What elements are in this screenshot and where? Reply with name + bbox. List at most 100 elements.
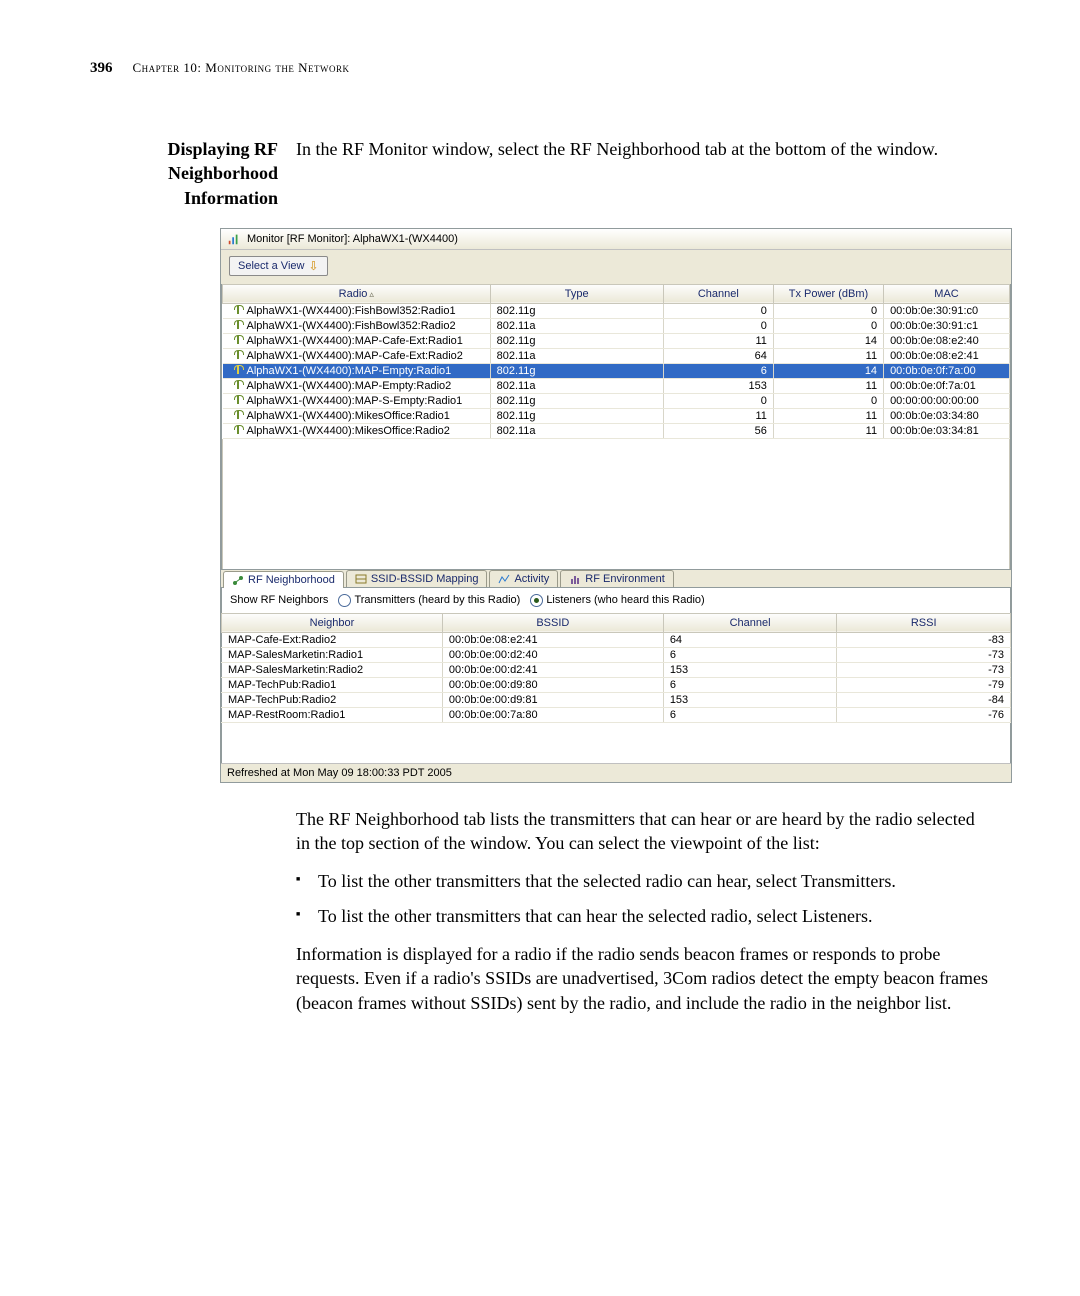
- cell-mac: 00:0b:0e:03:34:80: [884, 408, 1010, 423]
- radio-listeners-label: Listeners (who heard this Radio): [546, 594, 704, 606]
- table-row[interactable]: AlphaWX1-(WX4400):MAP-Empty:Radio1802.11…: [223, 363, 1010, 378]
- cell-txpower: 14: [773, 333, 883, 348]
- cell-channel: 153: [663, 662, 837, 677]
- ssid-mapping-icon: [355, 573, 367, 585]
- col-header-radio[interactable]: Radio▵: [223, 284, 491, 303]
- cell-bssid: 00:0b:0e:00:d9:81: [442, 692, 663, 707]
- cell-channel: 11: [663, 333, 773, 348]
- antenna-icon: [233, 425, 243, 437]
- activity-icon: [498, 573, 510, 585]
- antenna-icon: [233, 350, 243, 362]
- cell-rssi: -73: [837, 647, 1011, 662]
- cell-type: 802.11g: [490, 408, 663, 423]
- cell-radio-name: AlphaWX1-(WX4400):FishBowl352:Radio2: [247, 320, 456, 332]
- table-row[interactable]: MAP-SalesMarketin:Radio200:0b:0e:00:d2:4…: [222, 662, 1011, 677]
- ncol-header-neighbor[interactable]: Neighbor: [222, 613, 443, 632]
- section-title-l3: Information: [184, 188, 278, 208]
- cell-channel: 64: [663, 632, 837, 647]
- tab-rf-environment[interactable]: RF Environment: [560, 570, 673, 587]
- table-row[interactable]: AlphaWX1-(WX4400):FishBowl352:Radio1802.…: [223, 303, 1010, 318]
- table-row[interactable]: AlphaWX1-(WX4400):MAP-Cafe-Ext:Radio2802…: [223, 348, 1010, 363]
- tab-ssid-bssid[interactable]: SSID-BSSID Mapping: [346, 570, 488, 587]
- cell-channel: 0: [663, 393, 773, 408]
- table-row[interactable]: MAP-TechPub:Radio100:0b:0e:00:d9:806-79: [222, 677, 1011, 692]
- cell-txpower: 0: [773, 303, 883, 318]
- tab-ssid-bssid-label: SSID-BSSID Mapping: [371, 573, 479, 585]
- tab-rf-neighborhood[interactable]: RF Neighborhood: [223, 571, 344, 588]
- cell-type: 802.11g: [490, 333, 663, 348]
- radio-transmitters-label: Transmitters (heard by this Radio): [354, 594, 520, 606]
- col-header-channel[interactable]: Channel: [663, 284, 773, 303]
- neighbor-table-header-row: Neighbor BSSID Channel RSSI: [222, 613, 1011, 632]
- radio-transmitters-dot: [338, 594, 351, 607]
- page-number: 396: [90, 60, 113, 77]
- table-row[interactable]: AlphaWX1-(WX4400):MikesOffice:Radio1802.…: [223, 408, 1010, 423]
- cell-rssi: -79: [837, 677, 1011, 692]
- ncol-header-rssi[interactable]: RSSI: [837, 613, 1011, 632]
- cell-mac: 00:0b:0e:30:91:c1: [884, 318, 1010, 333]
- table-row[interactable]: AlphaWX1-(WX4400):MAP-Cafe-Ext:Radio1 802…: [223, 333, 1010, 348]
- radio-transmitters[interactable]: Transmitters (heard by this Radio): [338, 594, 520, 607]
- cell-txpower: 11: [773, 423, 883, 438]
- cell-radio-name: AlphaWX1-(WX4400):MAP-S-Empty:Radio1: [247, 395, 463, 407]
- followup-p2: Information is displayed for a radio if …: [296, 942, 990, 1015]
- cell-type: 802.11g: [490, 363, 663, 378]
- cell-mac: 00:0b:0e:30:91:c0: [884, 303, 1010, 318]
- cell-type: 802.11a: [490, 348, 663, 363]
- cell-txpower: 0: [773, 393, 883, 408]
- cell-channel: 56: [663, 423, 773, 438]
- cell-channel: 6: [663, 647, 837, 662]
- status-bar: Refreshed at Mon May 09 18:00:33 PDT 200…: [221, 763, 1011, 782]
- cell-txpower: 11: [773, 348, 883, 363]
- cell-radio-name: AlphaWX1-(WX4400):FishBowl352:Radio1: [247, 305, 456, 317]
- neighbor-table[interactable]: Neighbor BSSID Channel RSSI MAP-Cafe-Ext…: [221, 613, 1011, 723]
- section-title-l2: Neighborhood: [168, 163, 278, 183]
- radio-listeners[interactable]: Listeners (who heard this Radio): [530, 594, 704, 607]
- antenna-icon: [233, 380, 243, 392]
- bullet-listeners: To list the other transmitters that can …: [296, 904, 990, 928]
- radio-listeners-dot: [530, 594, 543, 607]
- cell-radio-name: AlphaWX1-(WX4400):MAP-Cafe-Ext:Radio1: [247, 335, 463, 347]
- bottom-tabs: RF Neighborhood SSID-BSSID Mapping Activ…: [221, 570, 1011, 588]
- rf-neighborhood-icon: [232, 574, 244, 586]
- cell-type: 802.11a: [490, 423, 663, 438]
- cell-neighbor: MAP-TechPub:Radio2: [222, 692, 443, 707]
- table-row[interactable]: AlphaWX1-(WX4400):MAP-Empty:Radio2802.11…: [223, 378, 1010, 393]
- table-row[interactable]: AlphaWX1-(WX4400):MikesOffice:Radio2802.…: [223, 423, 1010, 438]
- col-header-txpower[interactable]: Tx Power (dBm): [773, 284, 883, 303]
- col-header-type[interactable]: Type: [490, 284, 663, 303]
- col-header-mac[interactable]: MAC: [884, 284, 1010, 303]
- radio-table[interactable]: Radio▵ Type Channel Tx Power (dBm) MAC A…: [222, 284, 1010, 439]
- cell-channel: 11: [663, 408, 773, 423]
- select-view-label: Select a View: [238, 260, 304, 272]
- table-row[interactable]: MAP-SalesMarketin:Radio100:0b:0e:00:d2:4…: [222, 647, 1011, 662]
- section-intro: In the RF Monitor window, select the RF …: [296, 139, 938, 159]
- cell-channel: 153: [663, 692, 837, 707]
- cell-neighbor: MAP-Cafe-Ext:Radio2: [222, 632, 443, 647]
- radio-table-empty-space: [222, 439, 1010, 569]
- tab-rf-environment-label: RF Environment: [585, 573, 664, 585]
- cell-bssid: 00:0b:0e:00:d2:40: [442, 647, 663, 662]
- cell-type: 802.11a: [490, 378, 663, 393]
- cell-type: 802.11g: [490, 393, 663, 408]
- page-header: 396 Chapter 10: Monitoring the Network: [90, 60, 990, 77]
- table-row[interactable]: MAP-Cafe-Ext:Radio200:0b:0e:08:e2:4164-8…: [222, 632, 1011, 647]
- radio-table-header-row: Radio▵ Type Channel Tx Power (dBm) MAC: [223, 284, 1010, 303]
- ncol-header-bssid[interactable]: BSSID: [442, 613, 663, 632]
- table-row[interactable]: MAP-RestRoom:Radio100:0b:0e:00:7a:806-76: [222, 707, 1011, 722]
- cell-bssid: 00:0b:0e:00:d9:80: [442, 677, 663, 692]
- table-row[interactable]: AlphaWX1-(WX4400):MAP-S-Empty:Radio1 802.…: [223, 393, 1010, 408]
- cell-mac: 00:00:00:00:00:00: [884, 393, 1010, 408]
- ncol-header-channel[interactable]: Channel: [663, 613, 837, 632]
- cell-neighbor: MAP-TechPub:Radio1: [222, 677, 443, 692]
- section-title-l1: Displaying RF: [167, 139, 278, 159]
- tab-activity[interactable]: Activity: [489, 570, 558, 587]
- table-row[interactable]: AlphaWX1-(WX4400):FishBowl352:Radio2802.…: [223, 318, 1010, 333]
- cell-txpower: 11: [773, 408, 883, 423]
- cell-mac: 00:0b:0e:08:e2:41: [884, 348, 1010, 363]
- cell-txpower: 11: [773, 378, 883, 393]
- antenna-icon: [233, 365, 243, 377]
- select-view-button[interactable]: Select a View ⇩: [229, 256, 328, 276]
- table-row[interactable]: MAP-TechPub:Radio200:0b:0e:00:d9:81153-8…: [222, 692, 1011, 707]
- followup-p1: The RF Neighborhood tab lists the transm…: [296, 807, 990, 856]
